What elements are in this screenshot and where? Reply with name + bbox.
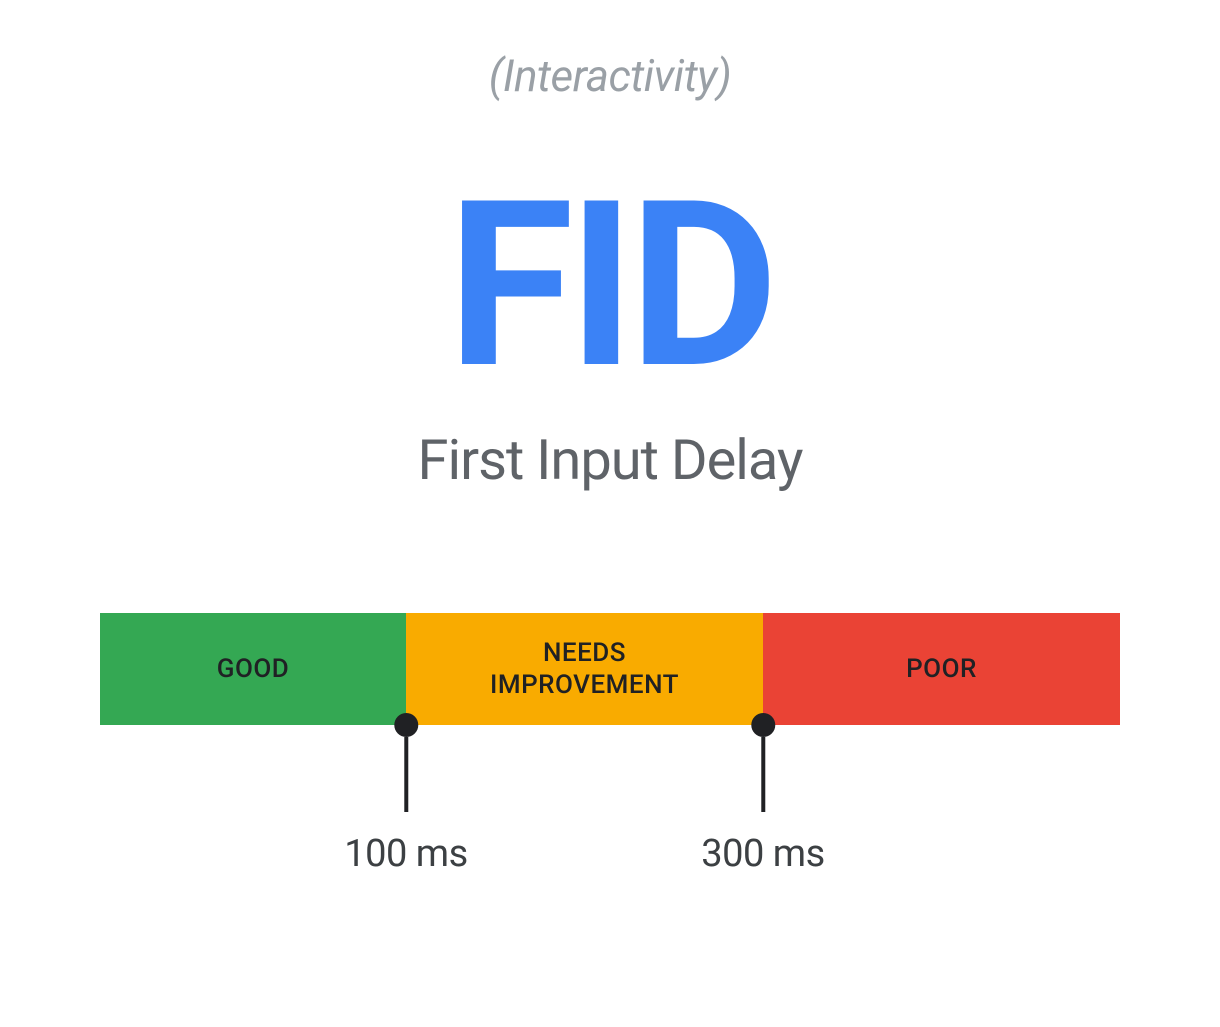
segment-needs-label-line2: IMPROVEMENT: [490, 669, 679, 702]
metric-acronym: FID: [448, 172, 773, 402]
threshold-label-first: 100 ms: [344, 832, 467, 876]
marker-line: [761, 737, 765, 812]
marker-dot-icon: [394, 713, 418, 737]
segment-needs-label-line1: NEEDS: [543, 637, 626, 670]
threshold-marker-first: 100 ms: [344, 713, 467, 876]
segment-poor-label: POOR: [906, 654, 977, 684]
threshold-marker-second: 300 ms: [701, 713, 824, 876]
scale-bar: GOOD NEEDS IMPROVEMENT POOR: [100, 613, 1120, 725]
marker-line: [404, 737, 408, 812]
metric-full-name: First Input Delay: [418, 427, 803, 493]
segment-poor: POOR: [763, 613, 1120, 725]
segment-good-label: GOOD: [217, 654, 290, 684]
marker-dot-icon: [751, 713, 775, 737]
threshold-label-second: 300 ms: [701, 832, 824, 876]
category-subtitle: (Interactivity): [489, 50, 731, 102]
segment-needs-improvement: NEEDS IMPROVEMENT: [406, 613, 763, 725]
threshold-scale: GOOD NEEDS IMPROVEMENT POOR 100 ms 300 m…: [100, 613, 1120, 725]
segment-good: GOOD: [100, 613, 406, 725]
